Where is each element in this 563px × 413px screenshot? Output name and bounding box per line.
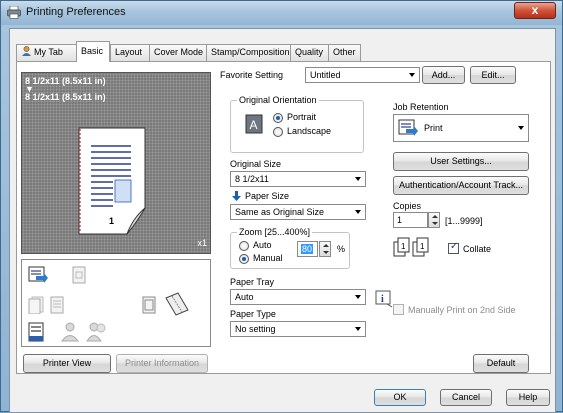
chevron-down-icon: [355, 177, 361, 181]
copies-range: [1...9999]: [445, 216, 483, 226]
svg-text:1: 1: [401, 242, 406, 251]
paper-tray-select[interactable]: Auto: [230, 289, 366, 305]
svg-text:i: i: [381, 294, 384, 305]
zoom-spinner[interactable]: [319, 241, 331, 257]
lined-page-icon: [50, 296, 64, 314]
page-preview: 8 1/2x11 (8.5x11 in) ▼ 8 1/2x11 (8.5x11 …: [21, 72, 211, 254]
manual-print-2nd-side-label: Manually Print on 2nd Side: [408, 305, 516, 315]
printing-preferences-window: Printing Preferences x My Tab Basic Layo…: [0, 0, 563, 413]
tab-basic[interactable]: Basic: [76, 41, 110, 62]
original-size-label: Original Size: [230, 159, 282, 169]
copies-spinner[interactable]: [428, 212, 440, 228]
chevron-down-icon: [409, 73, 415, 77]
staple-page-icon: [28, 322, 44, 342]
svg-text:A: A: [250, 118, 258, 132]
user-settings-button[interactable]: User Settings...: [393, 152, 529, 171]
title-bar[interactable]: Printing Preferences x: [1, 1, 562, 25]
tab-cover-mode[interactable]: Cover Mode: [149, 44, 207, 61]
cancel-button[interactable]: Cancel: [440, 389, 492, 406]
ok-button[interactable]: OK: [374, 389, 426, 406]
chevron-down-icon: [355, 327, 361, 331]
manual-print-2nd-side-checkbox[interactable]: [393, 304, 404, 315]
paper-tray-label: Paper Tray: [230, 277, 275, 287]
tab-stamp-composition[interactable]: Stamp/Composition: [206, 44, 291, 61]
zoom-auto-label: Auto: [253, 240, 272, 250]
favorite-setting-select[interactable]: Untitled: [305, 67, 420, 83]
window-title: Printing Preferences: [26, 6, 126, 18]
collate-icon: 1 1: [393, 237, 429, 257]
single-page-icon: [72, 266, 86, 284]
zoom-value-input[interactable]: 80: [297, 241, 318, 257]
portrait-orientation-icon: A: [245, 114, 263, 134]
job-retention-select[interactable]: Print: [393, 114, 529, 142]
paper-size-label: Paper Size: [245, 191, 290, 201]
printer-view-button[interactable]: Printer View: [23, 354, 111, 373]
user-auth-icon: [61, 322, 79, 342]
chevron-down-icon: [518, 126, 524, 130]
favorite-setting-label: Favorite Setting: [220, 70, 284, 80]
zoom-title: Zoom [25...400%]: [237, 227, 313, 237]
copies-input[interactable]: 1: [393, 212, 428, 228]
preview-original-size: 8 1/2x11 (8.5x11 in): [25, 76, 106, 86]
paper-size-select[interactable]: Same as Original Size: [230, 204, 366, 220]
tab-other[interactable]: Other: [328, 44, 361, 61]
printer-information-button[interactable]: Printer Information: [116, 354, 208, 373]
basic-tab-panel: 8 1/2x11 (8.5x11 in) ▼ 8 1/2x11 (8.5x11 …: [16, 61, 551, 374]
edit-favorite-button[interactable]: Edit...: [470, 66, 516, 84]
help-button[interactable]: Help: [506, 389, 550, 406]
preview-copies-indicator: x1: [197, 238, 207, 248]
svg-text:1: 1: [420, 242, 425, 251]
original-orientation-title: Original Orientation: [237, 95, 319, 105]
original-size-select[interactable]: 8 1/2x11: [230, 171, 366, 187]
zoom-unit: %: [337, 244, 346, 254]
collate-checkbox[interactable]: [448, 241, 459, 254]
arrow-down-icon: [232, 191, 241, 201]
paper-type-select[interactable]: No setting: [230, 321, 366, 337]
chevron-down-icon: [355, 210, 361, 214]
printer-icon: [7, 6, 21, 19]
tab-layout[interactable]: Layout: [110, 44, 150, 61]
job-retention-label: Job Retention: [393, 102, 449, 112]
portrait-label: Portrait: [287, 112, 317, 122]
landscape-label: Landscape: [287, 126, 332, 136]
account-track-icon: [86, 322, 106, 342]
zoom-manual-radio[interactable]: [239, 254, 249, 264]
chevron-down-icon: [355, 295, 361, 299]
close-button[interactable]: x: [514, 2, 556, 19]
tab-quality[interactable]: Quality: [290, 44, 329, 61]
info-icon[interactable]: i: [375, 290, 393, 308]
default-button[interactable]: Default: [473, 354, 529, 373]
function-icon-panel: [21, 259, 211, 347]
original-orientation-group: Original Orientation A Portrait Landscap…: [230, 95, 364, 153]
dialog-client-area: My Tab Basic Layout Cover Mode Stamp/Com…: [9, 28, 556, 413]
close-icon: x: [531, 3, 539, 17]
add-favorite-button[interactable]: Add...: [422, 66, 465, 84]
collate-label: Collate: [463, 244, 492, 254]
paper-type-label: Paper Type: [230, 309, 276, 319]
folded-page-icon: [165, 292, 189, 316]
portrait-radio[interactable]: [273, 113, 283, 123]
document-page-icon: 1: [78, 127, 146, 235]
copies-label: Copies: [393, 201, 422, 211]
printer-output-icon[interactable]: [28, 266, 48, 284]
person-icon: [22, 46, 31, 56]
zoom-auto-radio[interactable]: [239, 241, 249, 251]
zoom-manual-label: Manual: [253, 253, 283, 263]
preview-paper-size: 8 1/2x11 (8.5x11 in): [25, 92, 106, 102]
preview-page-number: 1: [109, 216, 114, 226]
booklet-page-icon: [142, 296, 156, 314]
authentication-account-track-button[interactable]: Authentication/Account Track...: [393, 176, 529, 195]
print-output-icon: [398, 119, 418, 136]
zoom-group: Zoom [25...400%] Auto Manual 80 %: [230, 227, 350, 269]
landscape-radio[interactable]: [273, 127, 283, 137]
tab-my-tab[interactable]: My Tab: [16, 44, 78, 61]
multi-page-icon: [28, 296, 44, 314]
